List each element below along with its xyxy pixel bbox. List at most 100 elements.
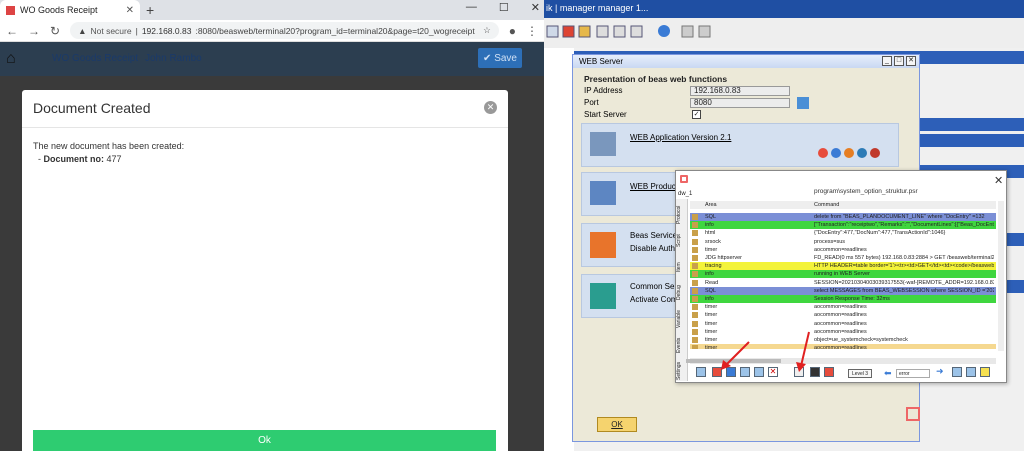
table-row[interactable]: JDG httpserver FD_READ(0 ms 557 bytes) 19… <box>690 254 996 262</box>
arrow-right-icon[interactable]: ➜ <box>936 367 946 377</box>
close-icon[interactable]: ✕ <box>531 1 540 14</box>
web-window-buttons: _ □ ✕ <box>882 56 916 66</box>
annotation-arrow <box>796 331 810 372</box>
vertical-scrollbar[interactable] <box>998 201 1004 351</box>
browser-tab[interactable]: WO Goods Receipt ✕ <box>0 0 140 20</box>
tab-title: WO Goods Receipt <box>20 5 98 15</box>
error-filter-field[interactable]: error <box>896 369 930 378</box>
level-field[interactable]: Level 3 <box>848 369 872 378</box>
check-icon: ✔ <box>483 52 495 64</box>
table-row[interactable]: timer aocommon=readlines <box>690 303 996 312</box>
table-row[interactable]: info ["Transaction":"receiptwo","Remarks"… <box>690 221 996 230</box>
row-command: running in WEB Server <box>814 271 870 278</box>
toolbar-icons[interactable] <box>544 18 744 48</box>
forward-icon[interactable]: → <box>28 24 40 38</box>
tool-button[interactable] <box>696 367 706 377</box>
web-product-link[interactable]: WEB Product <box>630 182 678 191</box>
user-name: John Rambo <box>145 53 202 64</box>
h-logo-icon <box>590 283 616 309</box>
table-row[interactable]: timer aocommon=readlines <box>690 319 996 328</box>
opera-icon[interactable] <box>870 148 880 158</box>
table-row[interactable]: tracing HTTP HEADER=table border='1'><tr>… <box>690 262 996 271</box>
maximize-icon[interactable]: □ <box>894 56 904 66</box>
edge-icon[interactable] <box>831 148 841 158</box>
delete-icon[interactable]: ✕ <box>768 367 778 377</box>
row-command: {"DocEntry":477,"DocNum":477,"TransActio… <box>814 230 946 237</box>
row-area: info <box>705 296 714 302</box>
bookmark-star-icon[interactable]: ☆ <box>483 25 491 36</box>
maximize-icon[interactable]: ☐ <box>499 1 509 14</box>
col-command: Command <box>814 202 840 208</box>
close-icon[interactable]: ✕ <box>906 56 916 66</box>
row-icon <box>692 320 698 327</box>
tool-button[interactable] <box>966 367 976 377</box>
menu-icon[interactable]: ⋮ <box>526 24 538 38</box>
row-icon <box>692 304 698 311</box>
side-tabs: Protocol Script Item Debug Variable Events Set… <box>676 199 688 381</box>
back-icon[interactable]: ← <box>6 24 18 38</box>
row-command: aocommon=readlines <box>814 304 867 311</box>
close-tab-icon[interactable]: ✕ <box>126 5 134 16</box>
web-ok-button[interactable]: OK <box>597 417 637 432</box>
tool-button[interactable] <box>952 367 962 377</box>
document-number-label: Document no: <box>43 154 105 164</box>
row-icon <box>692 263 698 270</box>
bulb-icon[interactable] <box>980 367 990 377</box>
row-command: SESSION=20210304003039317553(-waf-[REMOT… <box>814 279 994 286</box>
firefox-icon[interactable] <box>844 148 854 158</box>
row-icon <box>692 246 698 253</box>
table-row[interactable]: timer aocommon=readlines <box>690 327 996 336</box>
side-tab-item[interactable]: Item <box>676 255 688 279</box>
port-field[interactable]: 8080 <box>690 98 790 108</box>
web-app-link[interactable]: WEB Application Version 2.1 <box>630 133 731 142</box>
web-server-title: WEB Server <box>573 55 919 68</box>
row-command: Session Response Time: 32ms <box>814 296 890 302</box>
minimize-icon[interactable]: _ <box>882 56 892 66</box>
log-table: Area Command SQL delete from "BEAS_PLANDO… <box>690 201 996 349</box>
dw-label: dw_1 <box>678 191 693 197</box>
ip-field[interactable]: 192.168.0.83 <box>690 86 790 96</box>
table-row[interactable]: Read SESSION=20210304003039317553(-waf-[R… <box>690 278 996 287</box>
reload-icon[interactable]: ↻ <box>50 24 60 38</box>
side-tab-protocol[interactable]: Protocol <box>676 203 688 227</box>
sap-title: ik | manager manager 1... <box>544 0 1024 18</box>
server-status-icon[interactable] <box>797 97 809 109</box>
table-row[interactable]: timer aocommon=readlines <box>690 245 996 254</box>
close-button[interactable] <box>824 367 834 377</box>
popup-close-icon[interactable]: ✕ <box>994 174 1003 187</box>
table-row[interactable]: SQL delete from "BEAS_PLANDOCUMENT_LINE" … <box>690 213 996 221</box>
row-icon <box>692 287 698 294</box>
ie-icon[interactable] <box>857 148 867 158</box>
table-row[interactable]: html {"DocEntry":477,"DocNum":477,"TransA… <box>690 229 996 238</box>
start-server-checkbox[interactable]: ✓ <box>692 110 701 119</box>
row-area: timer <box>705 304 718 311</box>
app-title[interactable]: WO Goods Receipt <box>52 53 138 64</box>
new-tab-button[interactable]: + <box>146 2 154 18</box>
arrow-left-icon[interactable]: ⬅ <box>884 368 892 379</box>
minimize-icon[interactable]: — <box>466 1 477 14</box>
ok-button[interactable]: Ok <box>33 430 496 451</box>
document-number-value: 477 <box>106 154 122 164</box>
table-row[interactable]: info running in WEB Server <box>690 270 996 279</box>
table-row[interactable]: timer aocommon=readlines <box>690 311 996 320</box>
home-icon[interactable]: ⌂ <box>6 50 16 68</box>
side-tab-variable[interactable]: Variable <box>676 307 688 331</box>
table-row[interactable]: info Session Response Time: 32ms <box>690 295 996 303</box>
side-tab-events[interactable]: Events <box>676 333 688 357</box>
side-tab-script[interactable]: Script <box>676 229 688 253</box>
side-tab-debug[interactable]: Debug <box>676 281 688 305</box>
common-server-title: Common Serv <box>630 282 682 291</box>
chrome-icon[interactable] <box>818 148 828 158</box>
save-button[interactable]: ✔ Save <box>478 48 522 68</box>
profile-icon[interactable]: ● <box>509 24 516 38</box>
table-row[interactable]: SQL select MESSAGES from BEAS_WEBSESSION … <box>690 286 996 295</box>
warning-icon: ▲ <box>78 25 87 36</box>
bsl-icon <box>590 232 616 258</box>
port-label: Port <box>584 98 599 107</box>
table-header: Area Command <box>690 201 996 209</box>
ip-label: IP Address <box>584 86 623 95</box>
row-command: aocommon=readlines <box>814 312 867 319</box>
modal-close-icon[interactable]: ✕ <box>484 101 497 114</box>
address-bar[interactable]: ▲ Not secure | 192.168.0.83:8080/beasweb… <box>70 22 499 39</box>
table-row[interactable]: srsock process=sus <box>690 237 996 246</box>
